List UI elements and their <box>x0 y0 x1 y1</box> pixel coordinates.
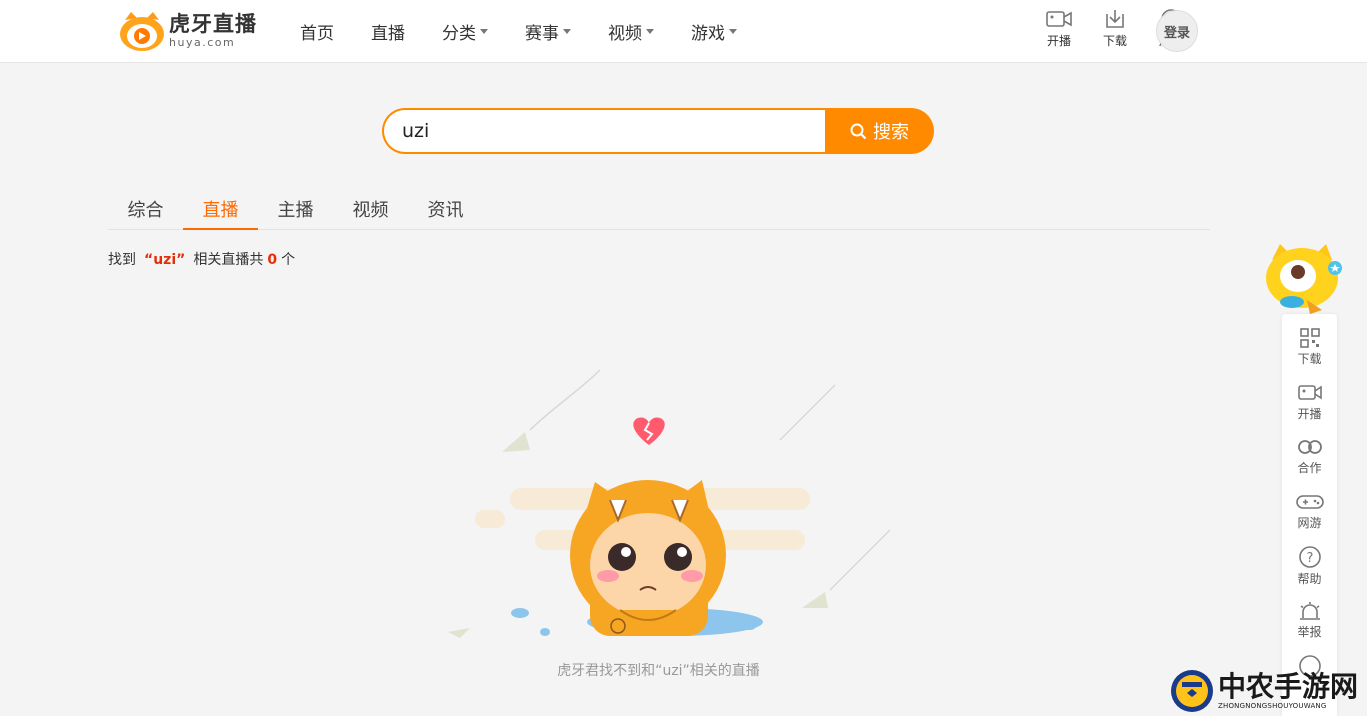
chevron-down-icon <box>480 29 488 34</box>
search-icon <box>850 123 867 139</box>
result-count: 0 <box>267 252 278 268</box>
tab-video[interactable]: 视频 <box>333 194 408 229</box>
svg-text:?: ? <box>1306 551 1313 566</box>
right-sidebar: 下载 开播 合作 网游 ? 帮助 举报 <box>1282 314 1337 716</box>
nav-games[interactable]: 游戏 <box>691 19 737 44</box>
nav-label: 视频 <box>608 24 642 44</box>
nav-label: 分类 <box>442 24 476 44</box>
sidebar-label: 合作 <box>1297 461 1322 475</box>
gamepad-icon <box>1295 494 1324 509</box>
watermark: 中农手游网 ZHONGNONGSHOUYOUWANG <box>1170 666 1367 716</box>
tool-label: 下载 <box>1102 34 1127 48</box>
sidebar-label: 网游 <box>1297 515 1322 530</box>
chevron-down-icon <box>729 29 737 34</box>
tab-streamer[interactable]: 主播 <box>258 194 333 229</box>
logo-title: 虎牙直播 <box>169 12 257 36</box>
huya-logo[interactable]: 虎牙直播 huya.com <box>119 10 259 52</box>
empty-message: 虎牙君找不到和“uzi”相关的直播 <box>557 663 760 679</box>
sidebar-item-games[interactable]: 网游 <box>1282 478 1337 533</box>
start-broadcast-button[interactable]: 开播 <box>1031 8 1087 49</box>
mascot-tiger-icon[interactable] <box>1262 240 1348 318</box>
tab-news[interactable]: 资讯 <box>408 194 483 229</box>
nav-category[interactable]: 分类 <box>442 19 488 44</box>
nav-label: 游戏 <box>691 24 725 44</box>
sidebar-item-cooperation[interactable]: 合作 <box>1282 423 1337 478</box>
nav-video[interactable]: 视频 <box>608 19 654 44</box>
main-nav: 首页 直播 分类 赛事 视频 游戏 <box>300 0 774 63</box>
nav-label: 赛事 <box>525 24 559 44</box>
search-button[interactable]: 搜索 <box>825 108 934 154</box>
search-input[interactable] <box>382 108 825 154</box>
watermark-title: 中农手游网 <box>1218 670 1359 703</box>
result-tabs: 综合 直播 主播 视频 资讯 <box>108 194 1210 230</box>
download-icon <box>1106 10 1124 28</box>
sidebar-label: 开播 <box>1297 406 1322 421</box>
result-suffix: 个 <box>281 252 296 268</box>
nav-label: 直播 <box>371 24 405 44</box>
result-keyword: “uzi” <box>144 252 186 268</box>
camera-icon <box>1297 384 1322 400</box>
nav-live[interactable]: 直播 <box>371 19 405 44</box>
sidebar-item-broadcast[interactable]: 开播 <box>1282 369 1337 424</box>
login-button[interactable]: 登录 <box>1156 10 1198 52</box>
tab-all[interactable]: 综合 <box>108 194 183 229</box>
empty-state-illustration <box>448 369 891 638</box>
sidebar-item-help[interactable]: ? 帮助 <box>1282 532 1337 587</box>
sidebar-label: 下载 <box>1297 352 1322 366</box>
search-bar: 搜索 <box>382 108 934 154</box>
handshake-icon <box>1297 440 1322 454</box>
qrcode-icon <box>1299 328 1320 348</box>
result-middle: 相关直播共 <box>193 252 264 268</box>
chevron-down-icon <box>646 29 654 34</box>
nav-events[interactable]: 赛事 <box>525 19 571 44</box>
nav-home[interactable]: 首页 <box>300 19 334 44</box>
download-button[interactable]: 下载 <box>1087 8 1143 49</box>
result-prefix: 找到 <box>108 252 136 268</box>
tab-live[interactable]: 直播 <box>183 194 258 230</box>
logo-subtitle: huya.com <box>169 36 236 49</box>
sidebar-item-report[interactable]: 举报 <box>1282 587 1337 642</box>
tool-label: 开播 <box>1046 34 1071 48</box>
sidebar-item-download[interactable]: 下载 <box>1282 314 1337 369</box>
sidebar-label: 举报 <box>1297 624 1322 639</box>
nav-label: 首页 <box>300 24 334 44</box>
sidebar-label: 帮助 <box>1297 572 1322 586</box>
alarm-icon <box>1299 601 1320 620</box>
top-header: 虎牙直播 huya.com 首页 直播 分类 赛事 视频 游戏 开播 下载 历史… <box>0 0 1367 63</box>
tiger-logo-icon <box>120 12 164 51</box>
result-summary: 找到 “uzi” 相关直播共 0 个 <box>108 249 295 269</box>
watermark-logo-icon <box>1171 670 1213 712</box>
question-icon: ? <box>1298 546 1321 568</box>
watermark-subtitle: ZHONGNONGSHOUYOUWANG <box>1218 702 1327 710</box>
search-button-label: 搜索 <box>873 122 909 143</box>
chevron-down-icon <box>563 29 571 34</box>
camera-icon <box>1046 11 1072 27</box>
